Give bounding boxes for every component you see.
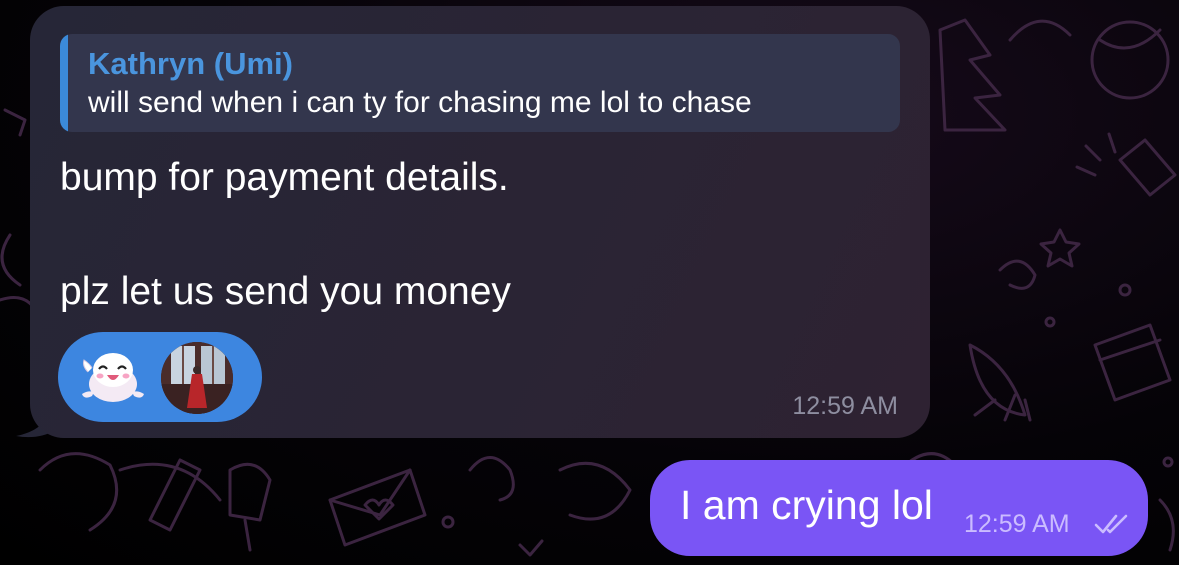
reply-accent-bar bbox=[60, 34, 68, 132]
incoming-message-bubble[interactable]: Kathryn (Umi) will send when i can ty fo… bbox=[30, 6, 930, 438]
reaction-pill[interactable] bbox=[58, 332, 262, 422]
message-line-1: bump for payment details. bbox=[60, 156, 509, 199]
outgoing-message-text: I am crying lol bbox=[680, 482, 933, 528]
reply-quote[interactable]: Kathryn (Umi) will send when i can ty fo… bbox=[60, 34, 900, 132]
avatar[interactable] bbox=[161, 342, 233, 414]
incoming-timestamp: 12:59 AM bbox=[792, 392, 898, 420]
reply-text: will send when i can ty for chasing me l… bbox=[88, 86, 752, 119]
chat-view: Kathryn (Umi) will send when i can ty fo… bbox=[0, 0, 1179, 565]
seal-sticker-icon bbox=[82, 353, 144, 402]
outgoing-message-bubble[interactable]: I am crying lol 12:59 AM bbox=[650, 460, 1148, 556]
outgoing-timestamp: 12:59 AM bbox=[964, 510, 1070, 538]
double-check-icon bbox=[1094, 514, 1128, 534]
message-line-2: plz let us send you money bbox=[60, 270, 511, 313]
reply-author: Kathryn (Umi) bbox=[88, 46, 293, 81]
